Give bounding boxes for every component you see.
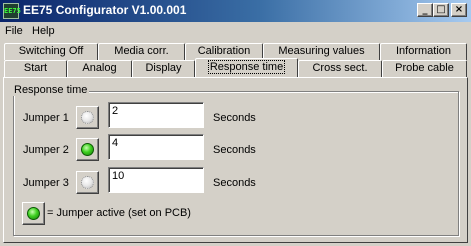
close-icon: × <box>454 4 464 15</box>
jumper-2-led-button[interactable] <box>76 138 99 161</box>
tab-media-corr[interactable]: Media corr. <box>98 43 185 60</box>
app-icon[interactable]: EE75 <box>3 3 21 19</box>
tab-label: Display <box>145 62 182 74</box>
menu-file[interactable]: File <box>5 25 23 37</box>
jumper-3-led-button[interactable] <box>76 171 99 194</box>
led-off-icon <box>81 176 94 189</box>
tab-label: Measuring values <box>278 45 365 57</box>
jumper-1-unit-label: Seconds <box>213 112 256 124</box>
tab-label: Analog <box>82 62 117 74</box>
menu-help[interactable]: Help <box>32 25 55 37</box>
tab-label: Information <box>395 45 452 57</box>
legend-text: = Jumper active (set on PCB) <box>47 207 191 219</box>
tab-label: Switching Off <box>18 45 84 57</box>
jumper-3-seconds-field[interactable]: 10 <box>108 167 204 193</box>
tab-label: Calibration <box>197 45 251 57</box>
jumper-3-unit-label: Seconds <box>213 177 256 189</box>
jumper-2-unit-label: Seconds <box>213 144 256 156</box>
tab-analog[interactable]: Analog <box>67 60 132 77</box>
tab-information[interactable]: Information <box>380 43 467 60</box>
maximize-icon: □ <box>436 4 446 15</box>
window-title: EE75 Configurator V1.00.001 <box>23 3 187 17</box>
tab-response-time[interactable]: Response time <box>195 58 298 77</box>
menu-bar: File Help <box>0 22 471 41</box>
jumper-3-label: Jumper 3 <box>23 177 69 189</box>
led-on-icon <box>27 207 40 220</box>
led-on-icon <box>81 143 94 156</box>
tab-label: Response time <box>207 60 286 74</box>
minimize-button[interactable]: _ <box>417 3 433 17</box>
jumper-2-label: Jumper 2 <box>23 144 69 156</box>
minimize-icon: _ <box>422 4 428 15</box>
title-bar: EE75 EE75 Configurator V1.00.001 _ □ × <box>0 0 471 22</box>
tab-cross-sect[interactable]: Cross sect. <box>298 60 382 77</box>
jumper-1-seconds-field[interactable]: 2 <box>108 102 204 128</box>
close-button[interactable]: × <box>451 3 467 17</box>
tab-display[interactable]: Display <box>132 60 195 77</box>
tab-label: Probe cable <box>395 62 454 74</box>
tab-label: Cross sect. <box>312 62 368 74</box>
jumper-2-seconds-field[interactable]: 4 <box>108 134 204 160</box>
jumper-1-led-button[interactable] <box>76 106 99 129</box>
tab-label: Media corr. <box>114 45 169 57</box>
legend-led <box>22 202 45 225</box>
group-title: Response time <box>12 84 90 96</box>
tab-switching-off[interactable]: Switching Off <box>4 43 98 60</box>
tab-start[interactable]: Start <box>4 60 67 77</box>
maximize-button[interactable]: □ <box>433 3 449 17</box>
response-time-panel: Response time Jumper 1 2 Seconds Jumper … <box>3 77 468 243</box>
led-off-icon <box>81 111 94 124</box>
tab-label: Start <box>23 62 48 74</box>
tab-probe-cable[interactable]: Probe cable <box>382 60 467 77</box>
jumper-1-label: Jumper 1 <box>23 112 69 124</box>
